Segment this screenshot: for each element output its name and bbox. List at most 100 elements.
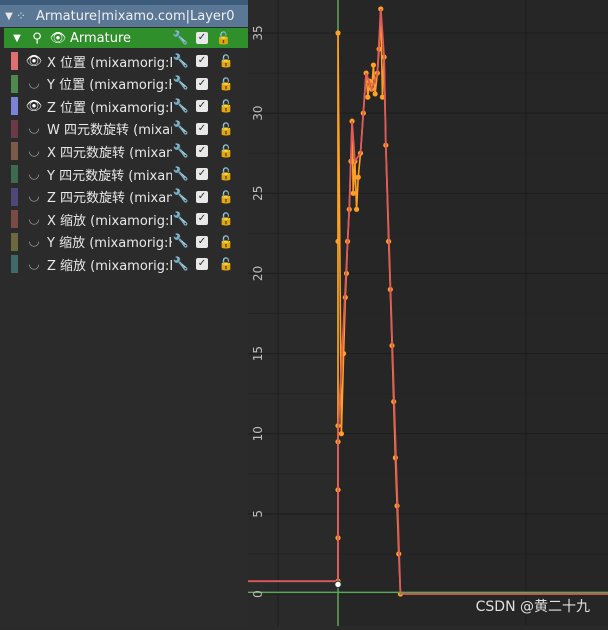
- channel-color-swatch: [11, 165, 18, 183]
- channel-label: X 位置 (mixamorig:H: [47, 55, 172, 71]
- collapse-triangle-icon[interactable]: ▼: [2, 11, 16, 22]
- keyframe-point: [335, 30, 341, 36]
- y-tick-label: 30: [251, 106, 265, 121]
- checkbox-icon[interactable]: ✓: [196, 77, 208, 90]
- channel-label: Y 四元数旋转 (mixan: [47, 168, 172, 184]
- checkbox-icon[interactable]: ✓: [196, 213, 208, 226]
- eye-icon[interactable]: 👁: [24, 54, 44, 69]
- wrench-icon[interactable]: 🔧: [172, 189, 190, 204]
- fcurve-channel-row[interactable]: ◡ Y 四元数旋转 (mixan 🔧 ✓ 🔓: [0, 163, 248, 185]
- channel-color-swatch: [11, 232, 18, 251]
- keyframe-point: [338, 431, 344, 437]
- unlock-icon[interactable]: 🔓: [216, 31, 231, 45]
- fcurve-channel-row[interactable]: ◡ X 缩放 (mixamorig:H 🔧 ✓ 🔓: [0, 208, 248, 230]
- checkbox-icon[interactable]: ✓: [196, 258, 208, 271]
- channel-label: X 缩放 (mixamorig:H: [47, 213, 172, 229]
- keyframe-point: [350, 190, 356, 196]
- action-label: Armature|mixamo.com|Layer0: [36, 8, 235, 24]
- action-icon: ⁘: [16, 9, 26, 23]
- object-channel-row[interactable]: ▼ ⚲ 👁 Armature 🔧 ✓ 🔓: [4, 28, 248, 48]
- wrench-icon[interactable]: 🔧: [172, 212, 190, 227]
- fcurve-channel-row[interactable]: ◡ Z 缩放 (mixamorig:H 🔧 ✓ 🔓: [0, 253, 248, 275]
- wrench-icon[interactable]: 🔧: [172, 31, 188, 46]
- checkbox-icon[interactable]: ✓: [196, 32, 208, 44]
- fcurve-channel-row[interactable]: ◡ Y 位置 (mixamorig:H 🔧 ✓ 🔓: [0, 73, 248, 95]
- fcurve-channel-row[interactable]: 👁 Z 位置 (mixamorig:H 🔧 ✓ 🔓: [0, 95, 248, 117]
- y-tick-label: 15: [251, 346, 265, 361]
- channel-label: W 四元数旋转 (mixar: [47, 123, 172, 139]
- wrench-icon[interactable]: 🔧: [172, 167, 190, 182]
- checkbox-icon[interactable]: ✓: [196, 55, 208, 67]
- eye-icon[interactable]: 👁: [24, 99, 44, 114]
- wrench-icon[interactable]: 🔧: [172, 234, 190, 249]
- wrench-icon[interactable]: 🔧: [172, 144, 190, 159]
- y-tick-label: 25: [251, 186, 265, 201]
- channel-label: Z 位置 (mixamorig:H: [47, 100, 172, 116]
- unlock-icon[interactable]: 🔓: [216, 167, 236, 181]
- keyframe-point: [355, 174, 361, 180]
- checkbox-icon[interactable]: ✓: [196, 100, 208, 113]
- keyframe-point: [372, 91, 378, 97]
- channel-color-swatch: [11, 52, 18, 70]
- channel-color-swatch: [11, 142, 18, 161]
- unlock-icon[interactable]: 🔓: [216, 122, 236, 136]
- channel-color-swatch: [11, 97, 18, 116]
- wrench-icon[interactable]: 🔧: [172, 76, 190, 91]
- eye-closed-icon[interactable]: ◡: [24, 167, 44, 182]
- channel-label: Y 缩放 (mixamorig:H: [47, 236, 172, 252]
- y-tick-label: 20: [251, 266, 265, 281]
- y-tick-label: 5: [251, 510, 265, 518]
- eye-closed-icon[interactable]: ◡: [24, 76, 44, 91]
- y-tick-label: 35: [251, 25, 265, 40]
- channel-color-swatch: [11, 119, 18, 138]
- channel-color-swatch: [11, 74, 18, 93]
- wrench-icon[interactable]: 🔧: [172, 99, 190, 114]
- channel-color-swatch: [11, 255, 18, 274]
- fcurve-channel-row[interactable]: ◡ Z 四元数旋转 (mixan 🔧 ✓ 🔓: [0, 186, 248, 208]
- unlock-icon[interactable]: 🔓: [216, 257, 236, 271]
- channel-color-swatch: [11, 187, 18, 206]
- unlock-icon[interactable]: 🔓: [216, 212, 236, 226]
- fcurve-channel-row[interactable]: ◡ Y 缩放 (mixamorig:H 🔧 ✓ 🔓: [0, 231, 248, 253]
- checkbox-icon[interactable]: ✓: [196, 145, 208, 158]
- wrench-icon[interactable]: 🔧: [172, 121, 190, 136]
- unlock-icon[interactable]: 🔓: [216, 235, 236, 249]
- wrench-icon[interactable]: 🔧: [172, 54, 190, 69]
- keyframe-point: [370, 62, 377, 68]
- eye-closed-icon[interactable]: ◡: [24, 234, 44, 249]
- eye-icon[interactable]: 👁: [48, 31, 68, 46]
- wrench-icon[interactable]: 🔧: [172, 257, 190, 272]
- channel-color-swatch: [11, 210, 18, 229]
- channel-label: Z 缩放 (mixamorig:H: [47, 258, 172, 274]
- unlock-icon[interactable]: 🔓: [216, 99, 236, 113]
- channel-label: X 四元数旋转 (mixan: [47, 145, 172, 161]
- watermark: CSDN @黄二十九: [475, 599, 590, 615]
- checkbox-icon[interactable]: ✓: [196, 122, 208, 135]
- object-label: Armature: [70, 30, 132, 46]
- unlock-icon[interactable]: 🔓: [216, 77, 236, 91]
- action-channel-row[interactable]: ▼ ⁘ Armature|mixamo.com|Layer0: [0, 5, 248, 27]
- y-tick-label: 0: [251, 590, 265, 598]
- unlock-icon[interactable]: 🔓: [216, 190, 236, 204]
- pin-icon[interactable]: ⚲: [26, 31, 48, 46]
- eye-closed-icon[interactable]: ◡: [24, 212, 44, 227]
- fcurve-channel-row[interactable]: ◡ X 四元数旋转 (mixan 🔧 ✓ 🔓: [0, 140, 248, 162]
- eye-closed-icon[interactable]: ◡: [24, 189, 44, 204]
- keyframe-point: [335, 238, 341, 244]
- unlock-icon[interactable]: 🔓: [216, 144, 236, 158]
- fcurve-plot[interactable]: 0 5 10 15 20 25 30 35: [248, 0, 608, 626]
- eye-closed-icon[interactable]: ◡: [24, 144, 44, 159]
- collapse-triangle-icon[interactable]: ▼: [8, 33, 26, 44]
- eye-closed-icon[interactable]: ◡: [24, 257, 44, 272]
- graph-editor-canvas[interactable]: 0 5 10 15 20 25 30 35 CSDN @黄二十九: [248, 0, 608, 626]
- checkbox-icon[interactable]: ✓: [196, 235, 208, 248]
- channel-label: Z 四元数旋转 (mixan: [47, 191, 172, 207]
- fcurve-channel-row[interactable]: ◡ W 四元数旋转 (mixar 🔧 ✓ 🔓: [0, 118, 248, 140]
- eye-closed-icon[interactable]: ◡: [24, 121, 44, 136]
- unlock-icon[interactable]: 🔓: [216, 54, 236, 68]
- selected-keyframe: [334, 580, 342, 589]
- keyframe-point: [365, 94, 371, 100]
- checkbox-icon[interactable]: ✓: [196, 190, 208, 203]
- checkbox-icon[interactable]: ✓: [196, 168, 208, 180]
- fcurve-channel-row[interactable]: 👁 X 位置 (mixamorig:H 🔧 ✓ 🔓: [0, 50, 248, 72]
